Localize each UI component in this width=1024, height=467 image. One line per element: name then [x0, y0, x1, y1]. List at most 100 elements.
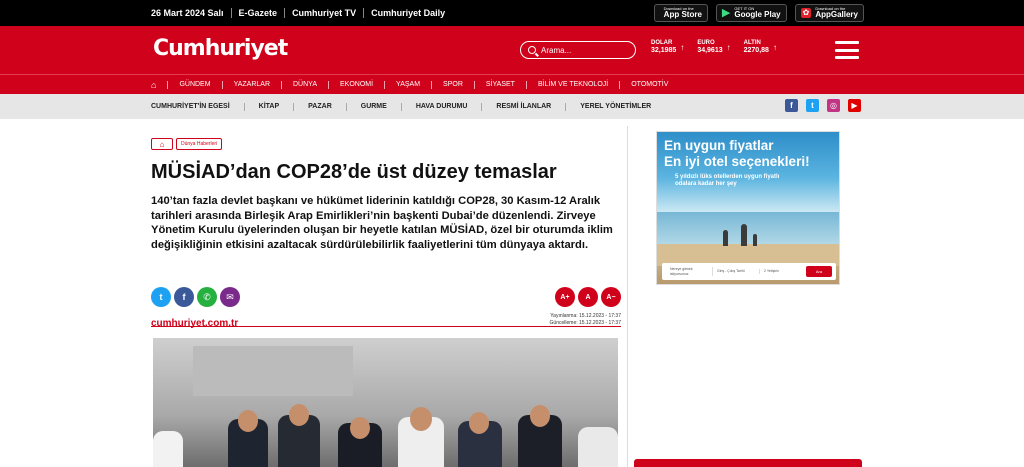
- rate-value: 32,1985: [651, 47, 677, 55]
- rate-altin[interactable]: ALTIN 2270,88 ↑: [744, 40, 777, 56]
- subnav-item-kitap[interactable]: KİTAP: [259, 103, 279, 110]
- article-tools: t f ✆ ✉ A+ A A−: [151, 287, 621, 307]
- main-header: Cumhuriyet DOLAR32,1985 ↑ EURO34,9613 ↑ …: [0, 26, 1024, 74]
- photo-person: [578, 427, 618, 467]
- rate-dolar[interactable]: DOLAR 32,1985 ↑: [651, 40, 684, 56]
- huawei-icon: ✿: [800, 8, 812, 18]
- nav-item-dunya[interactable]: DÜNYA: [293, 81, 317, 88]
- twitter-icon[interactable]: t: [806, 99, 819, 112]
- google-play-badge[interactable]: ▶ GET IT ON Google Play: [715, 4, 787, 22]
- divider: [327, 80, 329, 89]
- ad-family-figure: [723, 230, 728, 246]
- store-name: App Store: [663, 10, 702, 19]
- store-badges: Download on the App Store ▶ GET IT ON Goog…: [653, 4, 864, 22]
- ad-family-figure: [753, 234, 757, 246]
- current-date: 26 Mart 2024 Salı: [151, 8, 224, 18]
- ad-subtext-line1: 5 yıldızlı lüks otellerden uygun fiyatlı: [675, 174, 780, 180]
- article-source: cumhuriyet.com.tr: [151, 318, 239, 329]
- subnav-item-yerel-yonetimler[interactable]: YEREL YÖNETİMLER: [580, 103, 651, 110]
- rate-name: EURO: [697, 40, 715, 46]
- email-share-icon[interactable]: ✉: [220, 287, 240, 307]
- article-dates: Yayınlanma: 15.12.2023 - 17:37 Güncellem…: [550, 313, 621, 327]
- ad-destination-field[interactable]: Nereye gitmek istiyorsunuz: [666, 267, 713, 276]
- top-links: 26 Mart 2024 Salı E-Gazete Cumhuriyet TV…: [151, 0, 445, 26]
- hotel-advertisement[interactable]: En uygun fiyatlar En iyi otel seçenekler…: [656, 131, 840, 285]
- ad-family-figure: [741, 224, 747, 246]
- font-reset-button[interactable]: A: [578, 287, 598, 307]
- breadcrumb-category[interactable]: Dünya Haberleri: [176, 138, 223, 150]
- font-decrease-button[interactable]: A−: [601, 287, 621, 307]
- nav-item-bilim-teknoloji[interactable]: BİLİM VE TEKNOLOJİ: [538, 81, 608, 88]
- ad-headline-line2: En iyi otel seçenekleri!: [664, 153, 810, 169]
- font-increase-button[interactable]: A+: [555, 287, 575, 307]
- breadcrumb-home-icon[interactable]: ⌂: [151, 138, 173, 150]
- nav-item-siyaset[interactable]: SİYASET: [486, 81, 515, 88]
- divider: [363, 8, 365, 18]
- column-divider: [627, 126, 628, 467]
- home-icon[interactable]: ⌂: [151, 80, 156, 90]
- subnav-item-gurme[interactable]: GURME: [361, 103, 387, 110]
- subnav-item-hava-durumu[interactable]: HAVA DURUMU: [416, 103, 468, 110]
- e-gazete-link[interactable]: E-Gazete: [239, 8, 278, 18]
- arrow-up-icon: ↑: [680, 43, 685, 53]
- divider: [221, 80, 223, 89]
- cumhuriyet-tv-link[interactable]: Cumhuriyet TV: [292, 8, 356, 18]
- youtube-icon[interactable]: ▶: [848, 99, 861, 112]
- share-buttons: t f ✆ ✉: [151, 287, 621, 307]
- search-input[interactable]: [541, 45, 631, 55]
- divider: [400, 102, 402, 111]
- rate-euro[interactable]: EURO 34,9613 ↑: [697, 40, 730, 56]
- divider: [473, 80, 475, 89]
- arrow-up-icon: ↑: [726, 43, 731, 53]
- sidebar-widget-header: [634, 459, 862, 467]
- nav-item-otomotiv[interactable]: OTOMOTİV: [631, 81, 668, 88]
- ad-subtext: 5 yıldızlı lüks otellerden uygun fiyatlı…: [675, 174, 779, 188]
- google-play-icon: ▶: [721, 6, 731, 19]
- ad-search-button[interactable]: Ara: [806, 266, 832, 277]
- rate-name: ALTIN: [743, 40, 761, 46]
- ad-guests-field[interactable]: 2 Yetişkin: [760, 269, 806, 273]
- subnav-item-resmi-ilanlar[interactable]: RESMİ İLANLAR: [496, 103, 551, 110]
- article-meta: cumhuriyet.com.tr Yayınlanma: 15.12.2023…: [151, 313, 621, 329]
- divider: [525, 80, 527, 89]
- divider: [619, 80, 621, 89]
- store-name: Google Play: [734, 10, 781, 19]
- nav-item-ekonomi[interactable]: EKONOMİ: [340, 81, 373, 88]
- search-box[interactable]: [520, 41, 636, 59]
- top-bar: 26 Mart 2024 Salı E-Gazete Cumhuriyet TV…: [0, 0, 1024, 26]
- article-photo[interactable]: [153, 338, 618, 467]
- ad-subtext-line2: odalara kadar her şey: [675, 181, 737, 188]
- sub-nav: CUMHURİYET'İN EGESİ KİTAP PAZAR GURME HA…: [0, 94, 1024, 119]
- article-lead: 140’tan fazla devlet başkanı ve hükümet …: [151, 195, 613, 251]
- subnav-item-ege[interactable]: CUMHURİYET'İN EGESİ: [151, 103, 230, 110]
- instagram-icon[interactable]: ◎: [827, 99, 840, 112]
- divider: [230, 8, 232, 18]
- cumhuriyet-daily-link[interactable]: Cumhuriyet Daily: [371, 8, 445, 18]
- whatsapp-share-icon[interactable]: ✆: [197, 287, 217, 307]
- facebook-icon[interactable]: f: [785, 99, 798, 112]
- category-nav: ⌂ GÜNDEM YAZARLAR DÜNYA EKONOMİ YAŞAM SP…: [0, 74, 1024, 94]
- photo-person-head: [530, 405, 550, 427]
- nav-item-yasam[interactable]: YAŞAM: [396, 81, 420, 88]
- rate-value: 34,9613: [697, 47, 723, 55]
- nav-item-gundem[interactable]: GÜNDEM: [179, 81, 210, 88]
- nav-item-spor[interactable]: SPOR: [443, 81, 463, 88]
- app-store-badge[interactable]: Download on the App Store: [653, 4, 708, 22]
- facebook-share-icon[interactable]: f: [174, 287, 194, 307]
- app-gallery-badge[interactable]: ✿ Download on the AppGallery: [794, 4, 864, 22]
- photo-person-head: [238, 410, 258, 432]
- photo-person-head: [289, 404, 309, 426]
- site-logo[interactable]: Cumhuriyet: [153, 36, 288, 61]
- store-name: AppGallery: [815, 10, 858, 19]
- divider: [284, 8, 286, 18]
- photo-background: [193, 346, 353, 396]
- search-icon: [528, 46, 536, 54]
- subnav-item-pazar[interactable]: PAZAR: [308, 103, 332, 110]
- hamburger-menu-icon[interactable]: [835, 41, 859, 59]
- published-date: Yayınlanma: 15.12.2023 - 17:37: [550, 313, 621, 319]
- divider: [481, 102, 483, 111]
- nav-item-yazarlar[interactable]: YAZARLAR: [234, 81, 270, 88]
- photo-person-head: [350, 417, 370, 439]
- twitter-share-icon[interactable]: t: [151, 287, 171, 307]
- ad-dates-field[interactable]: Giriş - Çıkış Tarihi: [713, 269, 760, 274]
